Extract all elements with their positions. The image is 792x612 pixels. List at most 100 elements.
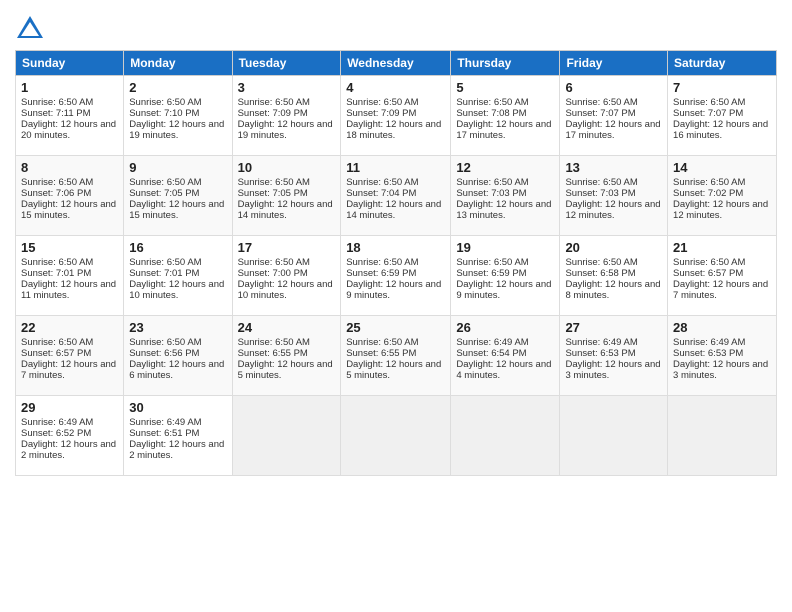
daylight-text: Daylight: 12 hours and 3 minutes. bbox=[565, 359, 660, 381]
page-container: SundayMondayTuesdayWednesdayThursdayFrid… bbox=[0, 0, 792, 486]
sunset-text: Sunset: 6:51 PM bbox=[129, 428, 199, 439]
day-cell: 23Sunrise: 6:50 AMSunset: 6:56 PMDayligh… bbox=[124, 316, 232, 396]
day-cell: 7 Sunrise: 6:50 AMSunset: 7:07 PMDaylight… bbox=[668, 76, 777, 156]
col-header-saturday: Saturday bbox=[668, 51, 777, 76]
sunrise-text: Sunrise: 6:50 AM bbox=[346, 97, 418, 108]
sunrise-text: Sunrise: 6:50 AM bbox=[346, 177, 418, 188]
sunset-text: Sunset: 6:53 PM bbox=[673, 348, 743, 359]
sunset-text: Sunset: 6:58 PM bbox=[565, 268, 635, 279]
col-header-sunday: Sunday bbox=[16, 51, 124, 76]
sunrise-text: Sunrise: 6:50 AM bbox=[238, 257, 310, 268]
daylight-text: Daylight: 12 hours and 20 minutes. bbox=[21, 119, 116, 141]
sunset-text: Sunset: 6:57 PM bbox=[21, 348, 91, 359]
day-cell: 5Sunrise: 6:50 AMSunset: 7:08 PMDaylight… bbox=[451, 76, 560, 156]
sunset-text: Sunset: 7:03 PM bbox=[565, 188, 635, 199]
day-cell: 28Sunrise: 6:49 AMSunset: 6:53 PMDayligh… bbox=[668, 316, 777, 396]
daylight-text: Daylight: 12 hours and 12 minutes. bbox=[565, 199, 660, 221]
sunrise-text: Sunrise: 6:50 AM bbox=[673, 97, 745, 108]
day-number: 28 bbox=[673, 320, 771, 335]
daylight-text: Daylight: 12 hours and 12 minutes. bbox=[673, 199, 768, 221]
day-cell: 14Sunrise: 6:50 AMSunset: 7:02 PMDayligh… bbox=[668, 156, 777, 236]
logo bbox=[15, 14, 49, 44]
sunset-text: Sunset: 7:06 PM bbox=[21, 188, 91, 199]
header-row: SundayMondayTuesdayWednesdayThursdayFrid… bbox=[16, 51, 777, 76]
day-cell bbox=[232, 396, 341, 476]
day-number: 8 bbox=[21, 160, 118, 175]
col-header-thursday: Thursday bbox=[451, 51, 560, 76]
day-cell: 4Sunrise: 6:50 AMSunset: 7:09 PMDaylight… bbox=[341, 76, 451, 156]
sunrise-text: Sunrise: 6:50 AM bbox=[238, 97, 310, 108]
sunset-text: Sunset: 7:04 PM bbox=[346, 188, 416, 199]
day-cell: 3Sunrise: 6:50 AMSunset: 7:09 PMDaylight… bbox=[232, 76, 341, 156]
day-cell bbox=[560, 396, 668, 476]
daylight-text: Daylight: 12 hours and 18 minutes. bbox=[346, 119, 441, 141]
sunset-text: Sunset: 7:07 PM bbox=[565, 108, 635, 119]
sunset-text: Sunset: 7:11 PM bbox=[21, 108, 91, 119]
sunrise-text: Sunrise: 6:50 AM bbox=[456, 177, 528, 188]
sunset-text: Sunset: 6:55 PM bbox=[346, 348, 416, 359]
day-number: 10 bbox=[238, 160, 336, 175]
sunset-text: Sunset: 6:52 PM bbox=[21, 428, 91, 439]
daylight-text: Daylight: 12 hours and 7 minutes. bbox=[21, 359, 116, 381]
day-number: 5 bbox=[456, 80, 554, 95]
sunset-text: Sunset: 7:01 PM bbox=[129, 268, 199, 279]
sunset-text: Sunset: 7:07 PM bbox=[673, 108, 743, 119]
day-cell: 13 Sunrise: 6:50 AMSunset: 7:03 PMDayligh… bbox=[560, 156, 668, 236]
daylight-text: Daylight: 12 hours and 16 minutes. bbox=[673, 119, 768, 141]
sunrise-text: Sunrise: 6:50 AM bbox=[346, 337, 418, 348]
day-cell: 10Sunrise: 6:50 AMSunset: 7:05 PMDayligh… bbox=[232, 156, 341, 236]
sunrise-text: Sunrise: 6:50 AM bbox=[346, 257, 418, 268]
sunrise-text: Sunrise: 6:49 AM bbox=[456, 337, 528, 348]
daylight-text: Daylight: 12 hours and 13 minutes. bbox=[456, 199, 551, 221]
sunrise-text: Sunrise: 6:50 AM bbox=[21, 177, 93, 188]
daylight-text: Daylight: 12 hours and 8 minutes. bbox=[565, 279, 660, 301]
week-row-1: 1Sunrise: 6:50 AMSunset: 7:11 PMDaylight… bbox=[16, 76, 777, 156]
day-number: 4 bbox=[346, 80, 445, 95]
week-row-5: 29Sunrise: 6:49 AMSunset: 6:52 PMDayligh… bbox=[16, 396, 777, 476]
sunrise-text: Sunrise: 6:50 AM bbox=[565, 97, 637, 108]
sunrise-text: Sunrise: 6:50 AM bbox=[21, 257, 93, 268]
sunrise-text: Sunrise: 6:50 AM bbox=[238, 337, 310, 348]
sunset-text: Sunset: 6:53 PM bbox=[565, 348, 635, 359]
col-header-friday: Friday bbox=[560, 51, 668, 76]
daylight-text: Daylight: 12 hours and 2 minutes. bbox=[129, 439, 224, 461]
header bbox=[15, 10, 777, 44]
daylight-text: Daylight: 12 hours and 19 minutes. bbox=[129, 119, 224, 141]
day-number: 3 bbox=[238, 80, 336, 95]
sunrise-text: Sunrise: 6:50 AM bbox=[129, 177, 201, 188]
day-number: 7 bbox=[673, 80, 771, 95]
day-number: 20 bbox=[565, 240, 662, 255]
day-number: 18 bbox=[346, 240, 445, 255]
sunrise-text: Sunrise: 6:50 AM bbox=[238, 177, 310, 188]
sunset-text: Sunset: 7:08 PM bbox=[456, 108, 526, 119]
daylight-text: Daylight: 12 hours and 3 minutes. bbox=[673, 359, 768, 381]
day-cell: 8 Sunrise: 6:50 AMSunset: 7:06 PMDaylight… bbox=[16, 156, 124, 236]
day-cell: 6Sunrise: 6:50 AMSunset: 7:07 PMDaylight… bbox=[560, 76, 668, 156]
day-cell: 11Sunrise: 6:50 AMSunset: 7:04 PMDayligh… bbox=[341, 156, 451, 236]
day-cell: 16Sunrise: 6:50 AMSunset: 7:01 PMDayligh… bbox=[124, 236, 232, 316]
sunrise-text: Sunrise: 6:50 AM bbox=[673, 257, 745, 268]
day-cell: 25Sunrise: 6:50 AMSunset: 6:55 PMDayligh… bbox=[341, 316, 451, 396]
daylight-text: Daylight: 12 hours and 15 minutes. bbox=[129, 199, 224, 221]
day-cell bbox=[668, 396, 777, 476]
sunrise-text: Sunrise: 6:50 AM bbox=[456, 97, 528, 108]
week-row-4: 22Sunrise: 6:50 AMSunset: 6:57 PMDayligh… bbox=[16, 316, 777, 396]
day-number: 22 bbox=[21, 320, 118, 335]
week-row-3: 15Sunrise: 6:50 AMSunset: 7:01 PMDayligh… bbox=[16, 236, 777, 316]
day-number: 12 bbox=[456, 160, 554, 175]
day-cell bbox=[451, 396, 560, 476]
daylight-text: Daylight: 12 hours and 17 minutes. bbox=[565, 119, 660, 141]
day-number: 14 bbox=[673, 160, 771, 175]
sunset-text: Sunset: 7:05 PM bbox=[129, 188, 199, 199]
daylight-text: Daylight: 12 hours and 15 minutes. bbox=[21, 199, 116, 221]
sunset-text: Sunset: 7:02 PM bbox=[673, 188, 743, 199]
day-number: 2 bbox=[129, 80, 226, 95]
sunrise-text: Sunrise: 6:49 AM bbox=[129, 417, 201, 428]
sunrise-text: Sunrise: 6:50 AM bbox=[565, 177, 637, 188]
day-number: 13 bbox=[565, 160, 662, 175]
daylight-text: Daylight: 12 hours and 6 minutes. bbox=[129, 359, 224, 381]
sunrise-text: Sunrise: 6:49 AM bbox=[21, 417, 93, 428]
daylight-text: Daylight: 12 hours and 7 minutes. bbox=[673, 279, 768, 301]
sunrise-text: Sunrise: 6:50 AM bbox=[21, 97, 93, 108]
day-number: 26 bbox=[456, 320, 554, 335]
